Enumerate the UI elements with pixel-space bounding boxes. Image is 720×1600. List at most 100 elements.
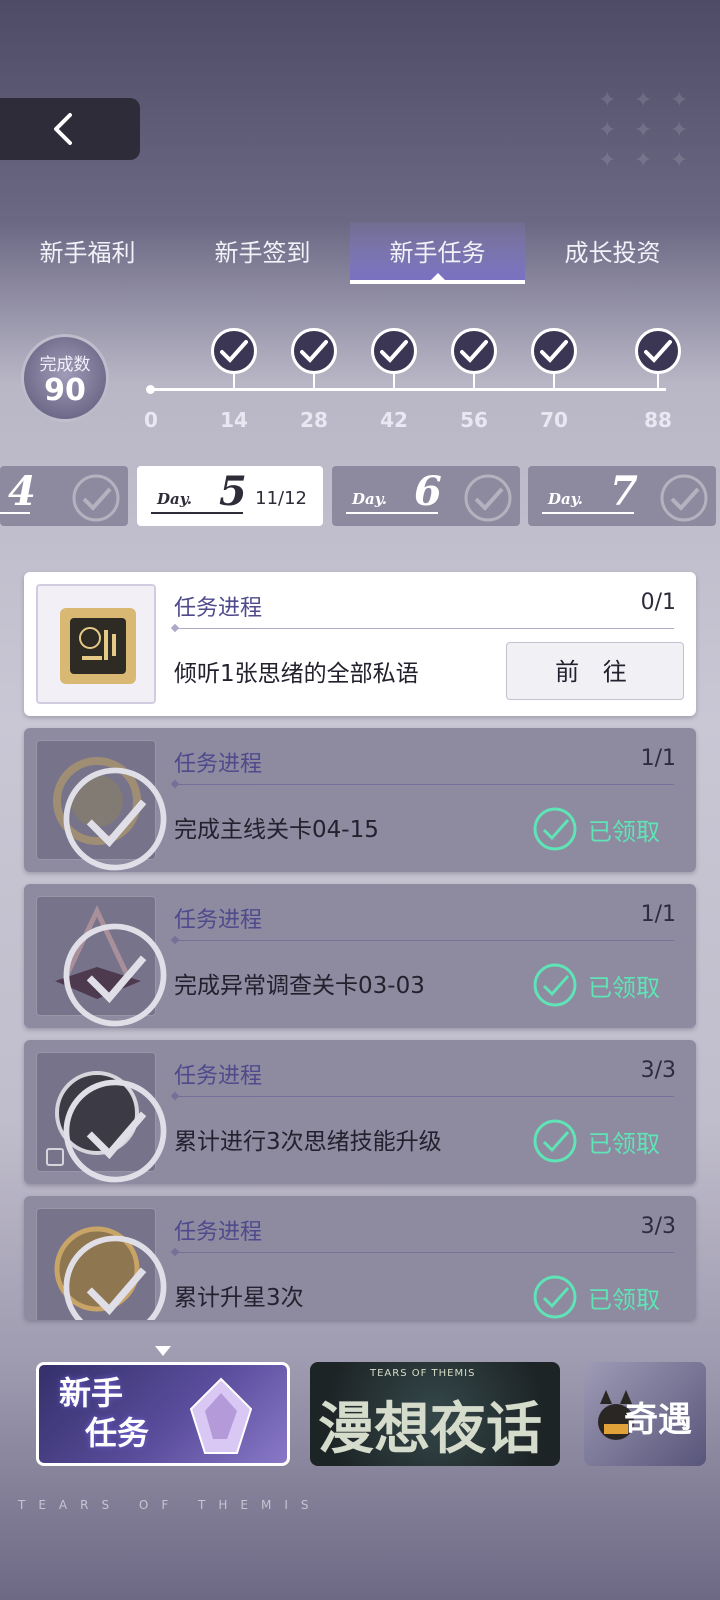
star-decoration: ✦ xyxy=(598,148,617,173)
milestone-label: 70 xyxy=(540,408,568,432)
milestone-reward-28[interactable] xyxy=(291,328,337,374)
milestone-dot xyxy=(146,385,155,394)
selected-banner-caret xyxy=(155,1346,171,1356)
task-card: 任务进程 0/1 倾听1张思绪的全部私语 前 往 xyxy=(24,572,696,716)
tab-newbie-tasks[interactable]: 新手任务 xyxy=(350,222,525,284)
check-circle-icon xyxy=(533,1275,577,1319)
reward-item-thumbnail[interactable] xyxy=(36,896,167,1027)
task-card: 任务进程 3/3 累计升星3次 已领取 xyxy=(24,1196,696,1320)
day-number: 7 xyxy=(610,468,638,515)
task-description: 完成异常调查关卡03-03 xyxy=(174,973,425,999)
star-decoration: ✦ xyxy=(598,118,617,143)
task-progress: 1/1 xyxy=(640,746,676,771)
tab-label: 新手签到 xyxy=(214,239,311,267)
day-underline xyxy=(346,512,438,514)
day-tab-4[interactable]: 4 xyxy=(0,466,128,526)
day-tab-5[interactable]: Day. 5 11/12 xyxy=(137,466,323,526)
milestone-stem xyxy=(657,374,659,388)
check-badge-icon xyxy=(540,340,568,363)
milestone-reward-14[interactable] xyxy=(211,328,257,374)
milestone-reward-56[interactable] xyxy=(451,328,497,374)
milestone-reward-70[interactable] xyxy=(531,328,577,374)
check-circle-icon xyxy=(464,474,512,522)
crystal-gem-icon xyxy=(189,1377,253,1454)
task-progress: 0/1 xyxy=(640,590,676,615)
task-title: 任务进程 xyxy=(174,596,263,621)
banner-subtitle: TEARS OF THEMIS xyxy=(370,1368,476,1379)
milestone-label: 56 xyxy=(460,408,488,432)
star-decoration: ✦ xyxy=(634,88,653,113)
milestone-label: 28 xyxy=(300,408,328,432)
completion-label: 完成数 xyxy=(39,354,91,375)
milestone-stem xyxy=(553,374,555,388)
check-circle-icon xyxy=(533,1119,577,1163)
check-circle-icon xyxy=(63,767,167,871)
banner-encounter[interactable]: 奇遇 xyxy=(584,1362,706,1466)
banner-title: 新手 任务 xyxy=(59,1373,149,1453)
check-circle-icon xyxy=(63,1235,167,1320)
task-title: 任务进程 xyxy=(174,752,263,777)
completion-value: 90 xyxy=(44,372,86,408)
active-tab-caret xyxy=(430,273,445,280)
day-tab-7[interactable]: Day. 7 xyxy=(528,466,716,526)
banner-title-line: 任务 xyxy=(85,1414,150,1452)
task-title: 任务进程 xyxy=(174,1064,263,1089)
milestone-stem xyxy=(233,374,235,388)
reward-item-thumbnail[interactable] xyxy=(36,1052,167,1183)
tab-newbie-checkin[interactable]: 新手签到 xyxy=(175,222,350,284)
day-number: 4 xyxy=(8,468,36,515)
banner-newbie-tasks[interactable]: 新手 任务 xyxy=(36,1362,290,1466)
task-divider xyxy=(174,1252,674,1253)
star-decoration: ✦ xyxy=(598,88,617,113)
claimed-label: 已领取 xyxy=(588,1285,660,1314)
milestone-label: 0 xyxy=(144,408,158,432)
task-divider xyxy=(174,940,674,941)
check-circle-icon xyxy=(533,963,577,1007)
day-prefix: Day. xyxy=(352,490,387,508)
task-description: 累计升星3次 xyxy=(174,1285,304,1311)
claimed-label: 已领取 xyxy=(588,817,660,846)
task-card: 任务进程 3/3 累计进行3次思绪技能升级 已领取 xyxy=(24,1040,696,1184)
milestone-reward-88[interactable] xyxy=(635,328,681,374)
day-prefix: Day. xyxy=(548,490,583,508)
task-progress: 3/3 xyxy=(640,1058,676,1083)
star-decoration: ✦ xyxy=(634,118,653,143)
reward-item-thumbnail[interactable] xyxy=(36,1208,167,1320)
banner-reverie-night[interactable]: TEARS OF THEMIS 漫想夜话 xyxy=(310,1362,560,1466)
star-decoration: ✦ xyxy=(670,118,689,143)
check-badge-icon xyxy=(644,340,672,363)
footer-brand-text: TEARS OF THEMIS xyxy=(18,1498,322,1512)
check-circle-icon xyxy=(72,474,120,522)
banner-title: 奇遇 xyxy=(624,1400,692,1440)
reward-item-thumbnail[interactable] xyxy=(36,584,156,704)
milestone-label: 14 xyxy=(220,408,248,432)
task-title: 任务进程 xyxy=(174,1220,263,1245)
milestone-stem xyxy=(393,374,395,388)
day-prefix: Day. xyxy=(157,490,192,508)
go-button[interactable]: 前 往 xyxy=(506,642,684,700)
claimed-label: 已领取 xyxy=(588,973,660,1002)
milestone-stem xyxy=(473,374,475,388)
task-card: 任务进程 1/1 完成主线关卡04-15 已领取 xyxy=(24,728,696,872)
check-circle-icon xyxy=(63,1079,167,1183)
reward-item-thumbnail[interactable] xyxy=(36,740,167,871)
day-tab-6[interactable]: Day. 6 xyxy=(332,466,520,526)
check-badge-icon xyxy=(300,340,328,363)
task-divider xyxy=(174,628,674,629)
task-description: 倾听1张思绪的全部私语 xyxy=(174,661,419,687)
tab-label: 新手任务 xyxy=(389,239,486,267)
task-divider xyxy=(174,784,674,785)
claimed-status: 已领取 xyxy=(532,1274,660,1320)
task-progress: 3/3 xyxy=(640,1214,676,1239)
check-circle-icon xyxy=(533,807,577,851)
tab-growth-investment[interactable]: 成长投资 xyxy=(525,222,700,284)
claimed-label: 已领取 xyxy=(588,1129,660,1158)
tab-newbie-welfare[interactable]: 新手福利 xyxy=(0,222,175,284)
back-button[interactable] xyxy=(0,98,140,160)
star-decoration: ✦ xyxy=(634,148,653,173)
task-description: 完成主线关卡04-15 xyxy=(174,817,379,843)
task-card: 任务进程 1/1 完成异常调查关卡03-03 已领取 xyxy=(24,884,696,1028)
star-decoration: ✦ xyxy=(670,88,689,113)
banner-title: 漫想夜话 xyxy=(318,1396,542,1462)
milestone-reward-42[interactable] xyxy=(371,328,417,374)
